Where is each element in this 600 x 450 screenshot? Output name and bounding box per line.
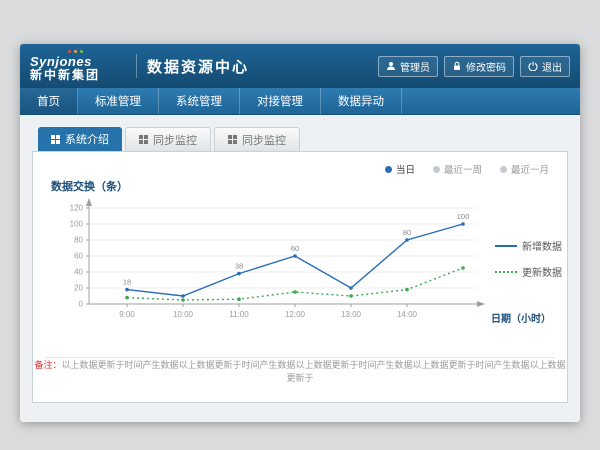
nav-item-system-mgmt[interactable]: 系统管理	[159, 88, 240, 114]
tab-sync-monitor-1[interactable]: 同步监控	[125, 127, 211, 151]
radio-dot-icon	[385, 166, 392, 173]
change-password-button[interactable]: 修改密码	[444, 56, 514, 77]
svg-text:38: 38	[235, 262, 243, 271]
desktop: { "header": { "logo_text": "Synjones", "…	[0, 0, 600, 450]
chart-container: 0 20 40 60 80 100 120 9:00 10:00 11:00 12:00 13:00 1…	[39, 192, 501, 322]
series-legend: 新增数据 更新数据	[495, 238, 562, 290]
filter-last-week[interactable]: 最近一周	[433, 162, 482, 176]
nav-item-label: 系统管理	[176, 93, 222, 109]
footnote-label: 备注：	[34, 360, 61, 370]
nav-item-interface-mgmt[interactable]: 对接管理	[240, 88, 321, 114]
exchange-line-chart: 0 20 40 60 80 100 120 9:00 10:00 11:00 12:00 13:00 1…	[39, 192, 501, 322]
filter-label: 最近一月	[511, 162, 549, 176]
svg-text:60: 60	[291, 244, 299, 253]
filter-today[interactable]: 当日	[385, 162, 415, 176]
app-header: Synjones 新中新集团 数据资源中心 管理员 修改密码 退出	[20, 44, 580, 88]
brand-logo: Synjones 新中新集团	[30, 50, 126, 82]
svg-text:100: 100	[70, 220, 84, 229]
logout-label: 退出	[542, 59, 562, 74]
nav-item-label: 标准管理	[95, 93, 141, 109]
grid-icon	[51, 135, 60, 144]
svg-text:100: 100	[457, 212, 470, 221]
filter-label: 最近一周	[444, 162, 482, 176]
svg-text:20: 20	[74, 284, 83, 293]
x-axis-title: 日期（小时）	[491, 310, 551, 325]
nav-item-standard-mgmt[interactable]: 标准管理	[78, 88, 159, 114]
tab-sync-monitor-2[interactable]: 同步监控	[214, 127, 300, 151]
admin-user-button[interactable]: 管理员	[378, 56, 438, 77]
svg-text:14:00: 14:00	[397, 310, 418, 319]
footnote: 备注：以上数据更新于时间产生数据以上数据更新于时间产生数据以上数据更新于时间产生…	[33, 358, 567, 384]
filter-last-month[interactable]: 最近一月	[500, 162, 549, 176]
page-title: 数据资源中心	[147, 56, 249, 77]
main-nav: 首页 标准管理 系统管理 对接管理 数据异动	[20, 88, 580, 115]
legend-item-updated-data[interactable]: 更新数据	[495, 264, 562, 279]
filter-label: 当日	[396, 162, 415, 176]
chart-panel: 当日 最近一周 最近一月 数据交换（条） 0204060801001209:00…	[32, 151, 568, 403]
power-icon	[528, 61, 538, 71]
nav-item-data-change[interactable]: 数据异动	[321, 88, 402, 114]
legend-label: 新增数据	[522, 238, 562, 253]
admin-user-label: 管理员	[400, 59, 430, 74]
legend-item-new-data[interactable]: 新增数据	[495, 238, 562, 253]
svg-text:18: 18	[123, 278, 131, 287]
content-area: 系统介绍 同步监控 同步监控 当日 最近一周 最近一月 数据交换（条	[20, 115, 580, 422]
legend-label: 更新数据	[522, 264, 562, 279]
logo-text: Synjones	[30, 55, 126, 69]
radio-dot-icon	[500, 166, 507, 173]
lock-icon	[452, 61, 462, 71]
app-window: Synjones 新中新集团 数据资源中心 管理员 修改密码 退出 首页 标准管	[20, 44, 580, 422]
nav-item-label: 数据异动	[338, 93, 384, 109]
nav-item-label: 对接管理	[257, 93, 303, 109]
svg-text:40: 40	[74, 268, 83, 277]
logo-subtext: 新中新集团	[30, 69, 126, 82]
logout-button[interactable]: 退出	[520, 56, 570, 77]
grid-icon	[228, 135, 237, 144]
svg-text:11:00: 11:00	[229, 310, 249, 319]
svg-text:80: 80	[74, 236, 83, 245]
tab-label: 同步监控	[242, 132, 286, 148]
header-divider	[136, 54, 137, 78]
change-password-label: 修改密码	[466, 59, 506, 74]
tab-label: 系统介绍	[65, 131, 109, 147]
svg-text:60: 60	[74, 252, 83, 261]
tab-bar: 系统介绍 同步监控 同步监控	[38, 127, 568, 151]
nav-item-home[interactable]: 首页	[20, 88, 78, 114]
nav-item-label: 首页	[37, 93, 60, 109]
radio-dot-icon	[433, 166, 440, 173]
svg-text:12:00: 12:00	[285, 310, 306, 319]
grid-icon	[139, 135, 148, 144]
solid-line-icon	[495, 245, 517, 247]
svg-text:0: 0	[79, 300, 84, 309]
svg-text:10:00: 10:00	[173, 310, 194, 319]
svg-text:9:00: 9:00	[119, 310, 135, 319]
svg-text:120: 120	[70, 204, 84, 213]
tab-system-intro[interactable]: 系统介绍	[38, 127, 122, 151]
dotted-line-icon	[495, 271, 517, 273]
svg-text:80: 80	[403, 228, 411, 237]
svg-text:13:00: 13:00	[341, 310, 362, 319]
tab-label: 同步监控	[153, 132, 197, 148]
footnote-text: 以上数据更新于时间产生数据以上数据更新于时间产生数据以上数据更新于时间产生数据以…	[62, 360, 566, 383]
user-icon	[386, 61, 396, 71]
range-filter-group: 当日 最近一周 最近一月	[385, 162, 549, 176]
